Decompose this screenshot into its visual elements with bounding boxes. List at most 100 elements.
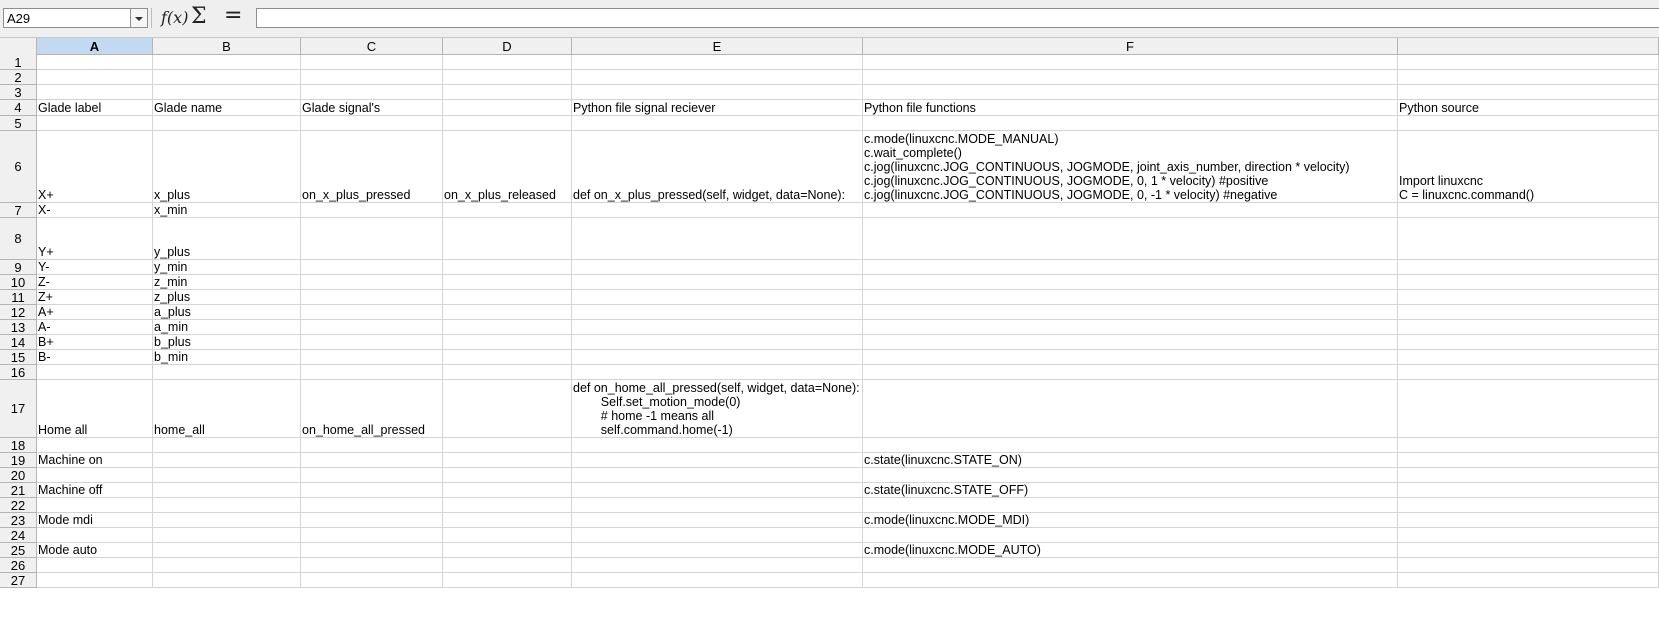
cell[interactable]: Y- <box>37 260 153 275</box>
cell[interactable] <box>572 116 863 131</box>
cell[interactable] <box>153 453 301 468</box>
cell[interactable] <box>443 320 572 335</box>
cell[interactable] <box>443 365 572 380</box>
cell[interactable] <box>1398 70 1659 85</box>
row-header[interactable]: 2 <box>0 70 37 85</box>
cell[interactable] <box>572 453 863 468</box>
column-header-b[interactable]: B <box>153 38 301 55</box>
cell[interactable] <box>37 85 153 100</box>
cell[interactable] <box>301 468 443 483</box>
cell[interactable] <box>301 55 443 70</box>
cell[interactable] <box>443 468 572 483</box>
cell[interactable] <box>443 260 572 275</box>
cell[interactable]: B+ <box>37 335 153 350</box>
row-header[interactable]: 11 <box>0 290 37 305</box>
cell[interactable] <box>863 365 1398 380</box>
cell[interactable] <box>443 85 572 100</box>
cell[interactable] <box>443 335 572 350</box>
formula-input[interactable] <box>256 8 1659 28</box>
cell[interactable] <box>863 55 1398 70</box>
cell[interactable] <box>301 85 443 100</box>
cell[interactable] <box>572 438 863 453</box>
cell[interactable] <box>572 350 863 365</box>
cell[interactable] <box>572 365 863 380</box>
row-header[interactable]: 7 <box>0 203 37 218</box>
cell[interactable] <box>443 483 572 498</box>
cell[interactable] <box>301 275 443 290</box>
row-header[interactable]: 26 <box>0 558 37 573</box>
row-header[interactable]: 3 <box>0 85 37 100</box>
cell[interactable] <box>153 513 301 528</box>
cell[interactable] <box>1398 203 1659 218</box>
cell[interactable] <box>301 203 443 218</box>
cell[interactable] <box>863 260 1398 275</box>
cell[interactable] <box>153 55 301 70</box>
cell[interactable]: Python source <box>1398 100 1659 116</box>
cell[interactable]: Machine off <box>37 483 153 498</box>
cell[interactable] <box>37 468 153 483</box>
cell[interactable]: X- <box>37 203 153 218</box>
cell[interactable] <box>863 438 1398 453</box>
cell[interactable] <box>443 275 572 290</box>
function-wizard-icon[interactable]: f(x) <box>161 8 188 32</box>
cell[interactable]: home_all <box>153 380 301 438</box>
cell[interactable]: X+ <box>37 131 153 203</box>
cell[interactable] <box>572 543 863 558</box>
cell[interactable]: Home all <box>37 380 153 438</box>
cell[interactable]: Mode auto <box>37 543 153 558</box>
cell[interactable] <box>572 70 863 85</box>
cell[interactable]: Python file signal reciever <box>572 100 863 116</box>
cell[interactable] <box>443 528 572 543</box>
cell[interactable] <box>153 498 301 513</box>
cell[interactable]: x_plus <box>153 131 301 203</box>
row-header[interactable]: 27 <box>0 573 37 588</box>
cell[interactable] <box>301 305 443 320</box>
column-header-f[interactable]: F <box>863 38 1398 55</box>
cell[interactable] <box>153 543 301 558</box>
formula-icon[interactable]: = <box>224 3 242 28</box>
cell[interactable] <box>37 365 153 380</box>
cell[interactable] <box>301 453 443 468</box>
cell[interactable] <box>572 85 863 100</box>
cell[interactable] <box>1398 365 1659 380</box>
cell[interactable] <box>1398 116 1659 131</box>
cell[interactable] <box>301 335 443 350</box>
column-header-g[interactable] <box>1398 38 1659 55</box>
cell[interactable] <box>301 543 443 558</box>
cell[interactable] <box>1398 468 1659 483</box>
cell[interactable] <box>153 483 301 498</box>
row-header[interactable]: 22 <box>0 498 37 513</box>
cell[interactable] <box>301 513 443 528</box>
cell[interactable]: Mode mdi <box>37 513 153 528</box>
cell[interactable]: c.state(linuxcnc.STATE_OFF) <box>863 483 1398 498</box>
cell[interactable] <box>301 438 443 453</box>
cell[interactable] <box>572 218 863 260</box>
row-header[interactable]: 12 <box>0 305 37 320</box>
cell[interactable] <box>37 55 153 70</box>
cell[interactable]: Y+ <box>37 218 153 260</box>
cell[interactable]: y_min <box>153 260 301 275</box>
cell[interactable] <box>1398 55 1659 70</box>
cell[interactable] <box>863 320 1398 335</box>
cell[interactable] <box>443 218 572 260</box>
cell[interactable] <box>443 453 572 468</box>
row-header[interactable]: 21 <box>0 483 37 498</box>
cell[interactable] <box>443 305 572 320</box>
cell[interactable] <box>1398 513 1659 528</box>
cell[interactable]: A- <box>37 320 153 335</box>
cell[interactable]: B- <box>37 350 153 365</box>
cell[interactable] <box>572 305 863 320</box>
name-box-dropdown-button[interactable] <box>131 8 148 28</box>
row-header[interactable]: 15 <box>0 350 37 365</box>
cell[interactable]: Python file functions <box>863 100 1398 116</box>
cell[interactable] <box>301 573 443 588</box>
cell[interactable] <box>1398 558 1659 573</box>
cell[interactable] <box>572 528 863 543</box>
cell[interactable] <box>863 335 1398 350</box>
cell[interactable] <box>1398 85 1659 100</box>
cell[interactable] <box>863 70 1398 85</box>
cell[interactable] <box>572 320 863 335</box>
select-all-corner[interactable] <box>0 38 37 56</box>
cell[interactable] <box>301 218 443 260</box>
row-header[interactable]: 5 <box>0 116 37 131</box>
